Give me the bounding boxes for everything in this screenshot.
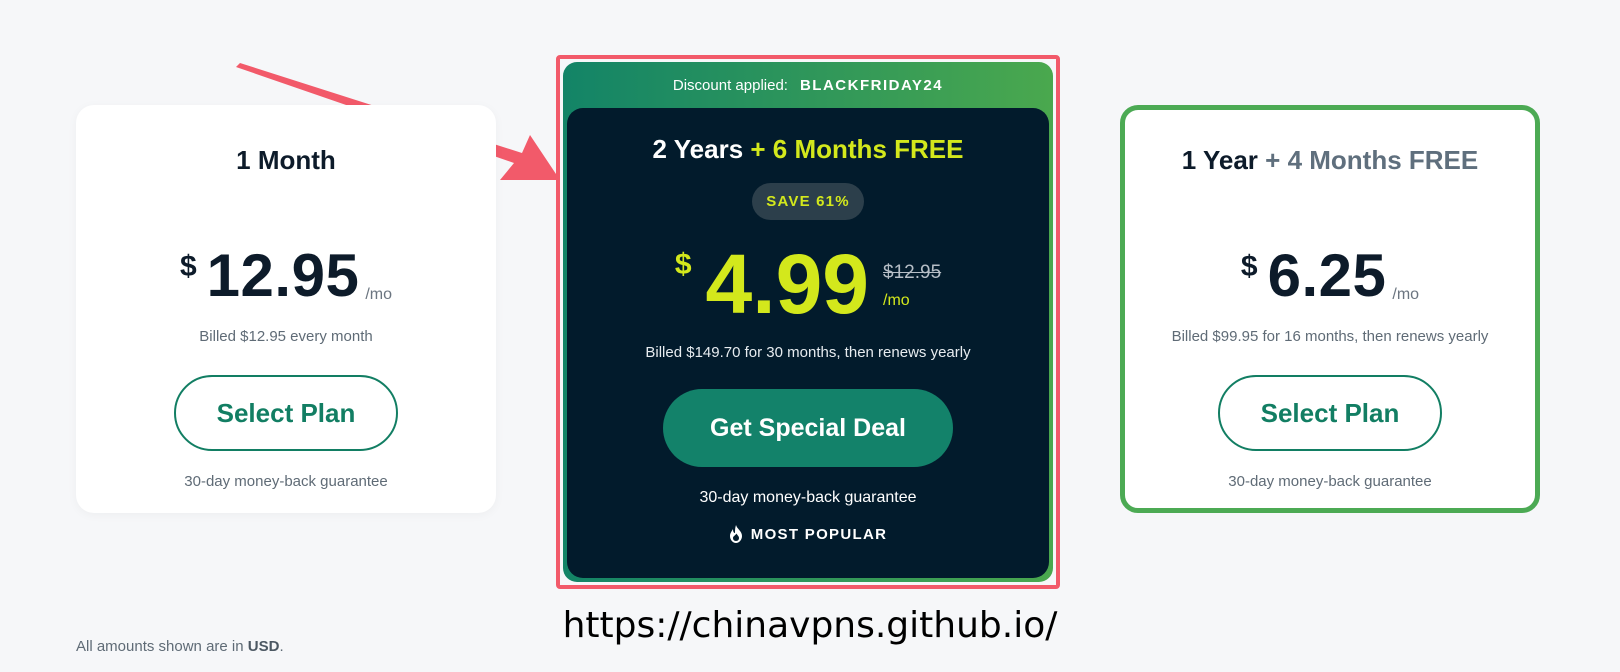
save-badge: SAVE 61% — [752, 183, 864, 220]
plan-title: 1 Month — [236, 145, 336, 175]
billing-note: Billed $12.95 every month — [199, 328, 373, 345]
discount-banner: Discount applied: BLACKFRIDAY24 — [563, 62, 1053, 108]
footnote-prefix: All amounts shown are in — [76, 638, 244, 655]
most-popular-badge: MOST POPULAR — [567, 525, 1049, 543]
price-period: /mo — [365, 286, 392, 303]
guarantee-text: 30-day money-back guarantee — [699, 489, 917, 506]
select-plan-button[interactable]: Select Plan — [1218, 375, 1442, 451]
plan-card-1-month: 1 Month $ 12.95 /mo Billed $12.95 every … — [76, 105, 496, 513]
plan-title-main: 2 Years — [652, 134, 744, 164]
currency-symbol: $ — [674, 248, 692, 281]
currency-symbol: $ — [179, 250, 197, 283]
original-price: $12.95 — [883, 262, 942, 283]
billing-note: Billed $149.70 for 30 months, then renew… — [645, 344, 971, 361]
plan-card-2-years: Discount applied: BLACKFRIDAY24 2 Years … — [563, 62, 1053, 582]
footnote-currency: USD — [247, 638, 280, 655]
plan-card-1-year: 1 Year + 4 Months FREE $ 6.25 /mo Billed… — [1120, 105, 1540, 513]
featured-highlight-frame: Discount applied: BLACKFRIDAY24 2 Years … — [556, 55, 1060, 589]
currency-symbol: $ — [1240, 250, 1258, 283]
price-amount: 12.95 — [206, 242, 360, 309]
price-period: /mo — [883, 292, 910, 309]
discount-label: Discount applied: — [672, 76, 788, 94]
plan-title-bonus: + 4 Months FREE — [1265, 145, 1479, 175]
footnote-suffix: . — [279, 638, 284, 655]
discount-code: BLACKFRIDAY24 — [799, 76, 944, 94]
guarantee-text: 30-day money-back guarantee — [184, 473, 388, 490]
currency-footnote: All amounts shown are in USD. — [76, 638, 284, 655]
plan-title: 1 Year + 4 Months FREE — [1125, 145, 1535, 176]
plan-title-main: 1 Year — [1181, 145, 1258, 175]
price: $ 6.25 /mo — [1125, 246, 1535, 306]
price-side: $12.95 /mo — [883, 262, 941, 310]
flame-icon — [729, 525, 742, 543]
price-amount: 6.25 — [1267, 242, 1387, 309]
get-special-deal-button[interactable]: Get Special Deal — [663, 389, 953, 467]
billing-note: Billed $99.95 for 16 months, then renews… — [1171, 328, 1489, 345]
price-amount: 4.99 — [705, 237, 870, 331]
price: $ 4.99 $12.95 /mo — [567, 242, 1049, 326]
guarantee-text: 30-day money-back guarantee — [1228, 473, 1432, 490]
select-plan-button[interactable]: Select Plan — [174, 375, 398, 451]
most-popular-label: MOST POPULAR — [750, 525, 888, 543]
price: $ 12.95 /mo — [76, 246, 496, 306]
plan-title: 2 Years + 6 Months FREE — [567, 134, 1049, 165]
featured-content: 2 Years + 6 Months FREE SAVE 61% $ 4.99 … — [567, 108, 1049, 578]
price-period: /mo — [1392, 286, 1420, 303]
plan-title-bonus: + 6 Months FREE — [750, 134, 964, 164]
